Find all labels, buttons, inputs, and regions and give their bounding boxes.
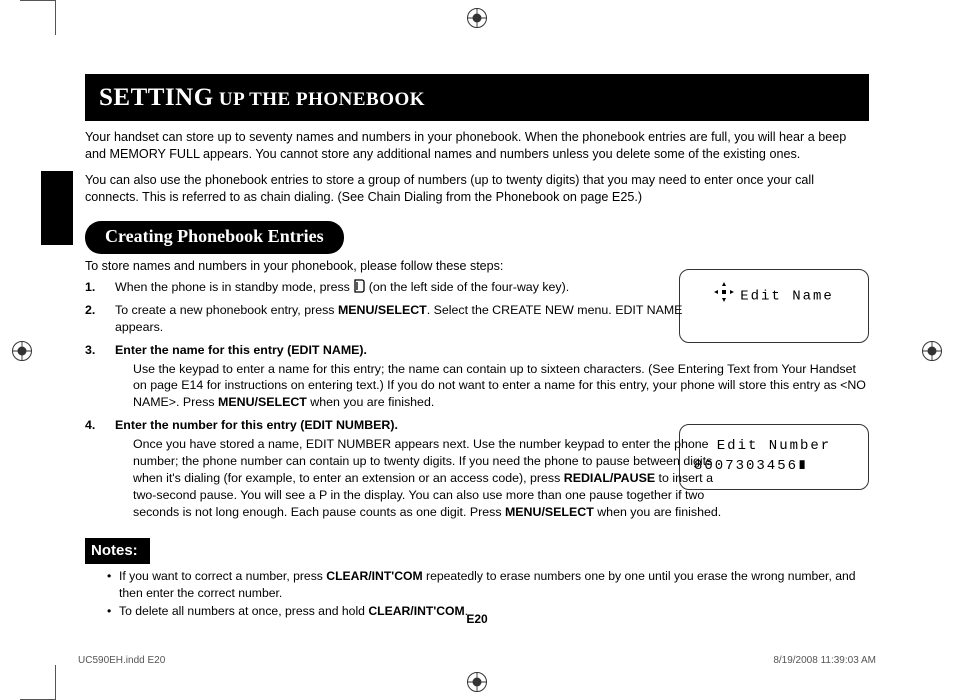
step-text: Once you have stored a name, EDIT NUMBER… — [133, 436, 869, 518]
step-title: Enter the name for this entry (EDIT NAME… — [115, 343, 367, 357]
registration-mark-icon — [922, 341, 942, 361]
footer-timestamp: 8/19/2008 11:39:03 AM — [773, 654, 876, 668]
note-item: If you want to correct a number, press C… — [107, 568, 869, 601]
step-text-wrapped: Once you have stored a name, EDIT NUMBER… — [133, 436, 721, 503]
step-3: Enter the name for this entry (EDIT NAME… — [85, 342, 869, 411]
registration-mark-icon — [12, 341, 32, 361]
key-label: MENU/SELECT — [505, 505, 594, 519]
registration-mark-icon — [467, 672, 487, 692]
step-2: To create a new phonebook entry, press M… — [85, 302, 705, 336]
step-1: When the phone is in standby mode, press… — [85, 279, 869, 296]
note-text: If you want to correct a number, press — [119, 569, 326, 583]
crop-mark — [20, 0, 55, 1]
step-4: Enter the number for this entry (EDIT NU… — [85, 417, 869, 520]
phonebook-icon — [353, 279, 365, 293]
page-number: E20 — [0, 611, 954, 628]
key-label: MENU/SELECT — [338, 303, 427, 317]
footer-file: UC590EH.indd E20 — [78, 654, 165, 668]
crop-mark — [55, 665, 56, 700]
intro-paragraph: Your handset can store up to seventy nam… — [85, 129, 869, 164]
title-big: SETTING — [99, 84, 214, 111]
key-label: REDIAL/PAUSE — [564, 471, 655, 485]
step-text: (on the left side of the four-way key). — [365, 280, 569, 294]
title-small: UP THE PHONEBOOK — [214, 89, 425, 110]
step-text: when you are finished. — [594, 505, 721, 519]
registration-mark-icon — [467, 8, 487, 28]
footer: UC590EH.indd E20 8/19/2008 11:39:03 AM — [78, 654, 876, 668]
key-label: CLEAR/INT'COM — [326, 569, 422, 583]
intro-paragraph: You can also use the phonebook entries t… — [85, 172, 869, 207]
notes-header: Notes: — [85, 538, 150, 564]
section-tab — [41, 171, 73, 245]
step-text: When the phone is in standby mode, press — [115, 280, 353, 294]
crop-mark — [55, 0, 56, 35]
step-title: Enter the number for this entry (EDIT NU… — [115, 418, 398, 432]
step-text: seconds is not long enough. Each pause c… — [133, 505, 505, 519]
section-title: SETTING UP THE PHONEBOOK — [85, 74, 869, 121]
step-text: when you are finished. — [307, 395, 434, 409]
key-label: MENU/SELECT — [218, 395, 307, 409]
step-text: To create a new phonebook entry, press — [115, 303, 338, 317]
content-area: SETTING UP THE PHONEBOOK Your handset ca… — [85, 74, 869, 640]
page: SETTING UP THE PHONEBOOK Your handset ca… — [0, 0, 954, 700]
step-body: Once you have stored a name, EDIT NUMBER… — [133, 436, 869, 520]
subsection-header: Creating Phonebook Entries — [85, 221, 344, 254]
step-body: Use the keypad to enter a name for this … — [133, 361, 869, 412]
